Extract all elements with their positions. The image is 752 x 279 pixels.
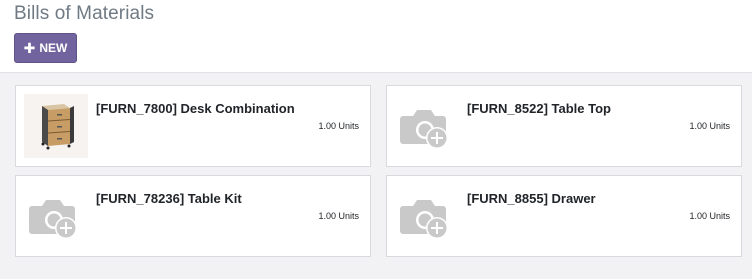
kanban-view: [FURN_7800] Desk Combination 1.00 Units … <box>0 73 752 279</box>
bom-card[interactable]: [FURN_8855] Drawer 1.00 Units <box>386 175 742 257</box>
bom-card[interactable]: [FURN_78236] Table Kit 1.00 Units <box>15 175 371 257</box>
camera-placeholder-icon <box>24 184 88 248</box>
desk-cabinet-icon <box>24 94 88 158</box>
product-quantity: 1.00 Units <box>318 211 359 221</box>
product-image <box>24 94 88 158</box>
new-button[interactable]: ✚ NEW <box>14 33 77 63</box>
bom-card[interactable]: [FURN_7800] Desk Combination 1.00 Units <box>15 85 371 167</box>
camera-placeholder-icon <box>395 94 459 158</box>
product-quantity: 1.00 Units <box>689 211 730 221</box>
product-quantity: 1.00 Units <box>318 121 359 131</box>
product-name: [FURN_7800] Desk Combination <box>96 101 295 116</box>
bom-card[interactable]: [FURN_8522] Table Top 1.00 Units <box>386 85 742 167</box>
new-button-label: NEW <box>39 41 68 55</box>
page-title: Bills of Materials <box>14 3 155 24</box>
product-quantity: 1.00 Units <box>689 121 730 131</box>
control-panel: Bills of Materials ✚ NEW <box>0 0 752 73</box>
product-name: [FURN_8855] Drawer <box>467 191 596 206</box>
product-name: [FURN_8522] Table Top <box>467 101 611 116</box>
camera-placeholder-icon <box>395 184 459 248</box>
plus-icon: ✚ <box>23 40 36 56</box>
product-name: [FURN_78236] Table Kit <box>96 191 242 206</box>
